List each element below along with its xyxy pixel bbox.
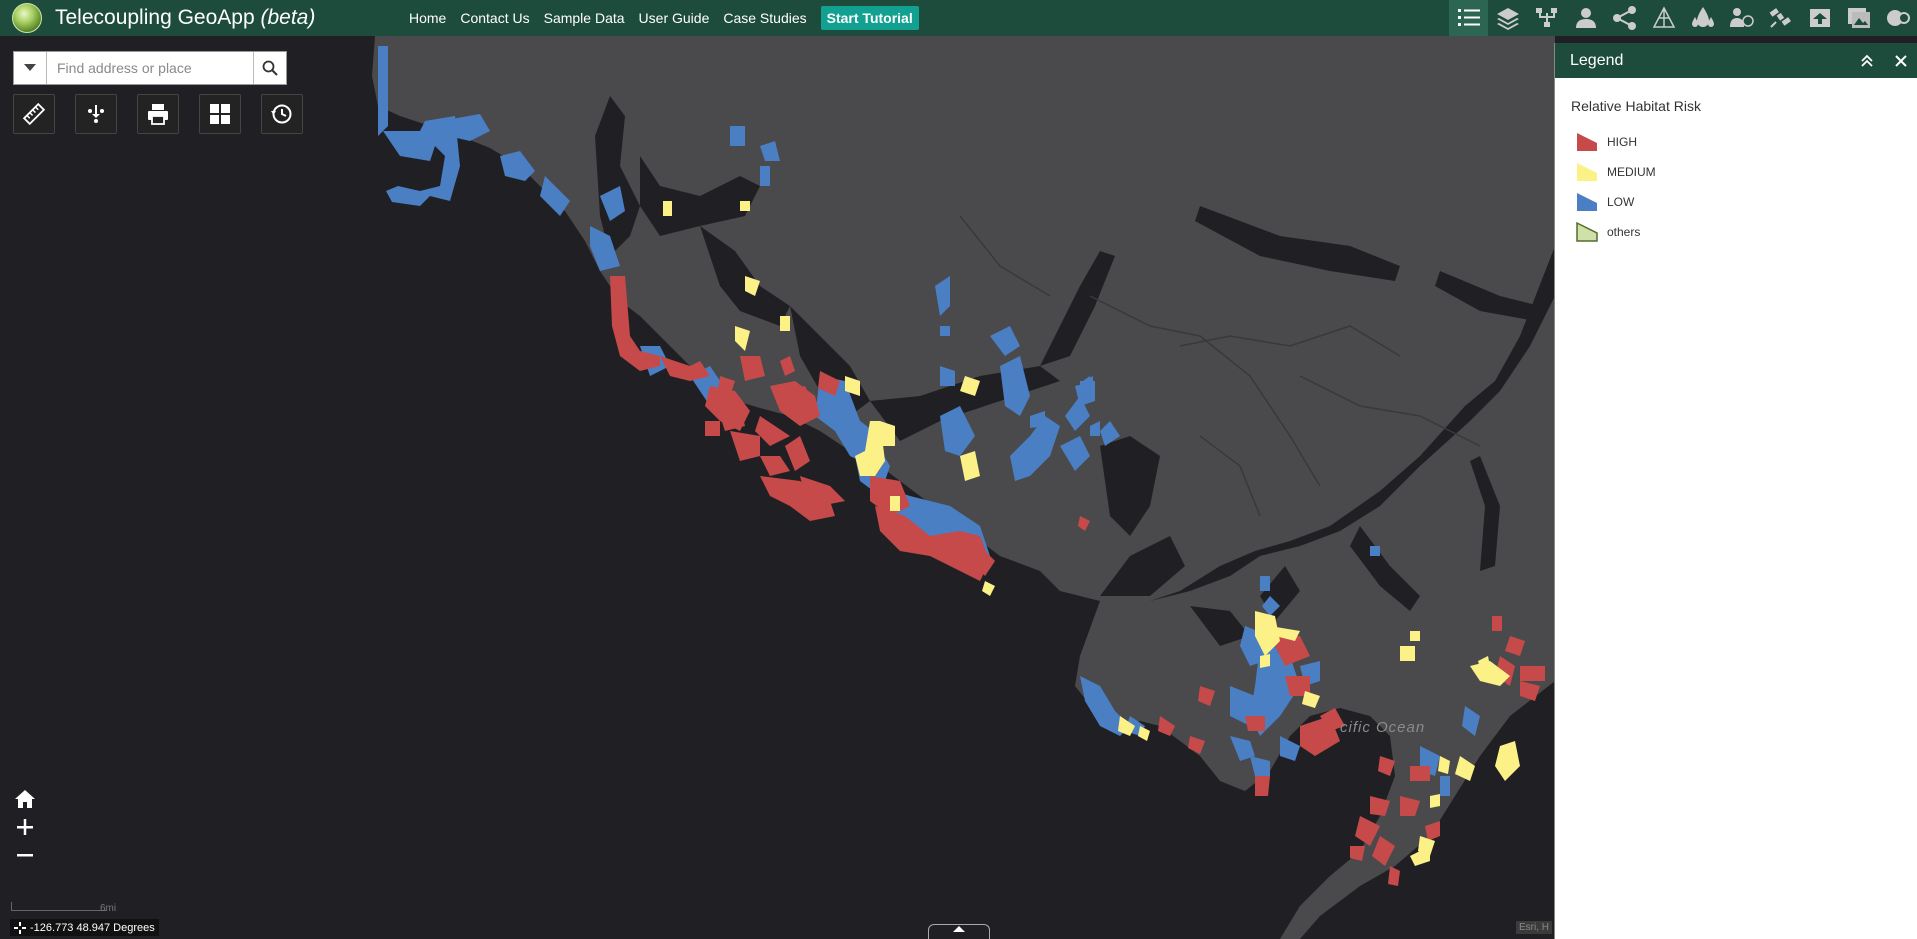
nav-case-studies[interactable]: Case Studies xyxy=(723,10,806,26)
home-button[interactable] xyxy=(9,785,41,813)
water-drops-icon[interactable] xyxy=(1683,0,1722,36)
money-person-icon[interactable] xyxy=(1722,0,1761,36)
legend-list-icon[interactable] xyxy=(1449,0,1488,36)
search-input[interactable] xyxy=(47,52,253,84)
legend-swatch-medium xyxy=(1577,163,1597,181)
person-icon[interactable] xyxy=(1566,0,1605,36)
legend-layer-title: Relative Habitat Risk xyxy=(1571,98,1701,114)
triangle-network-icon[interactable] xyxy=(1644,0,1683,36)
legend-label-others: others xyxy=(1607,225,1641,239)
chevron-down-icon xyxy=(24,64,36,71)
coordinate-readout: -126.773 48.947 Degrees xyxy=(10,919,159,936)
zoom-out-button[interactable] xyxy=(9,841,41,869)
plus-icon xyxy=(17,819,33,835)
ocean-label: cific Ocean xyxy=(1340,719,1426,736)
legend-item-medium: MEDIUM xyxy=(1576,157,1917,187)
top-nav: Home Contact Us Sample Data User Guide C… xyxy=(409,0,919,36)
telecoupling-tree-icon[interactable] xyxy=(1527,0,1566,36)
zoom-in-button[interactable] xyxy=(9,813,41,841)
history-button[interactable] xyxy=(261,94,303,134)
world-gear-icon[interactable] xyxy=(1878,0,1917,36)
start-tutorial-button[interactable]: Start Tutorial xyxy=(820,6,919,30)
legend-swatch-others xyxy=(1576,222,1598,242)
zoom-controls xyxy=(9,785,41,869)
basemap-gallery-button[interactable] xyxy=(199,94,241,134)
scale-label: 6mi xyxy=(100,903,117,914)
legend-list: HIGH MEDIUM LOW others xyxy=(1576,127,1917,247)
home-icon xyxy=(15,790,35,808)
share-network-icon[interactable] xyxy=(1605,0,1644,36)
legend-label-medium: MEDIUM xyxy=(1607,165,1656,179)
image-gallery-icon[interactable] xyxy=(1839,0,1878,36)
app-title-beta: (beta) xyxy=(260,6,316,29)
select-points-icon xyxy=(88,105,104,123)
globe-logo-icon xyxy=(12,3,42,33)
coordinate-text: -126.773 48.947 Degrees xyxy=(30,921,155,934)
minus-icon xyxy=(17,854,33,857)
layers-icon[interactable] xyxy=(1488,0,1527,36)
app-title-text: Telecoupling GeoApp xyxy=(55,6,255,29)
header-toolbar xyxy=(1449,0,1917,36)
legend-item-high: HIGH xyxy=(1576,127,1917,157)
satellite-icon[interactable] xyxy=(1761,0,1800,36)
legend-swatch-low xyxy=(1577,193,1597,211)
close-icon xyxy=(1895,54,1907,67)
print-icon xyxy=(148,104,168,125)
collapse-panel-button[interactable] xyxy=(1850,43,1884,78)
legend-panel: Legend Relative Habitat Risk HIGH MEDIUM… xyxy=(1554,43,1917,939)
map-widget-bar xyxy=(13,94,323,134)
double-chevron-up-icon xyxy=(1861,54,1873,67)
close-panel-button[interactable] xyxy=(1884,43,1917,78)
legend-title: Legend xyxy=(1570,51,1624,69)
nav-sample-data[interactable]: Sample Data xyxy=(544,10,625,26)
search-button[interactable] xyxy=(253,52,286,84)
app-header: Telecoupling GeoApp (beta) Home Contact … xyxy=(0,0,1917,36)
crosshair-icon[interactable] xyxy=(14,921,26,934)
legend-panel-header: Legend xyxy=(1555,43,1917,78)
nav-home[interactable]: Home xyxy=(409,10,446,26)
search-widget xyxy=(13,51,287,85)
scale-bar xyxy=(11,902,106,911)
map-attribution[interactable]: Esri, H xyxy=(1516,921,1552,934)
select-points-button[interactable] xyxy=(75,94,117,134)
search-source-dropdown[interactable] xyxy=(14,52,47,84)
search-icon xyxy=(262,60,278,76)
legend-swatch-high xyxy=(1577,133,1597,151)
print-button[interactable] xyxy=(137,94,179,134)
basemap-grid-icon xyxy=(210,104,230,124)
legend-label-low: LOW xyxy=(1607,195,1635,209)
legend-item-low: LOW xyxy=(1576,187,1917,217)
nav-contact-us[interactable]: Contact Us xyxy=(460,10,529,26)
legend-label-high: HIGH xyxy=(1607,135,1637,149)
ruler-icon xyxy=(22,102,46,126)
upload-icon[interactable] xyxy=(1800,0,1839,36)
legend-item-others: others xyxy=(1576,217,1917,247)
bottom-panel-toggle[interactable] xyxy=(928,924,990,939)
history-icon xyxy=(271,104,292,124)
app-title: Telecoupling GeoApp (beta) xyxy=(55,6,315,30)
nav-user-guide[interactable]: User Guide xyxy=(639,10,710,26)
app-root: Telecoupling GeoApp (beta) Home Contact … xyxy=(0,0,1917,939)
brand: Telecoupling GeoApp (beta) xyxy=(12,0,315,36)
chevron-up-icon xyxy=(953,926,965,932)
measure-button[interactable] xyxy=(13,94,55,134)
